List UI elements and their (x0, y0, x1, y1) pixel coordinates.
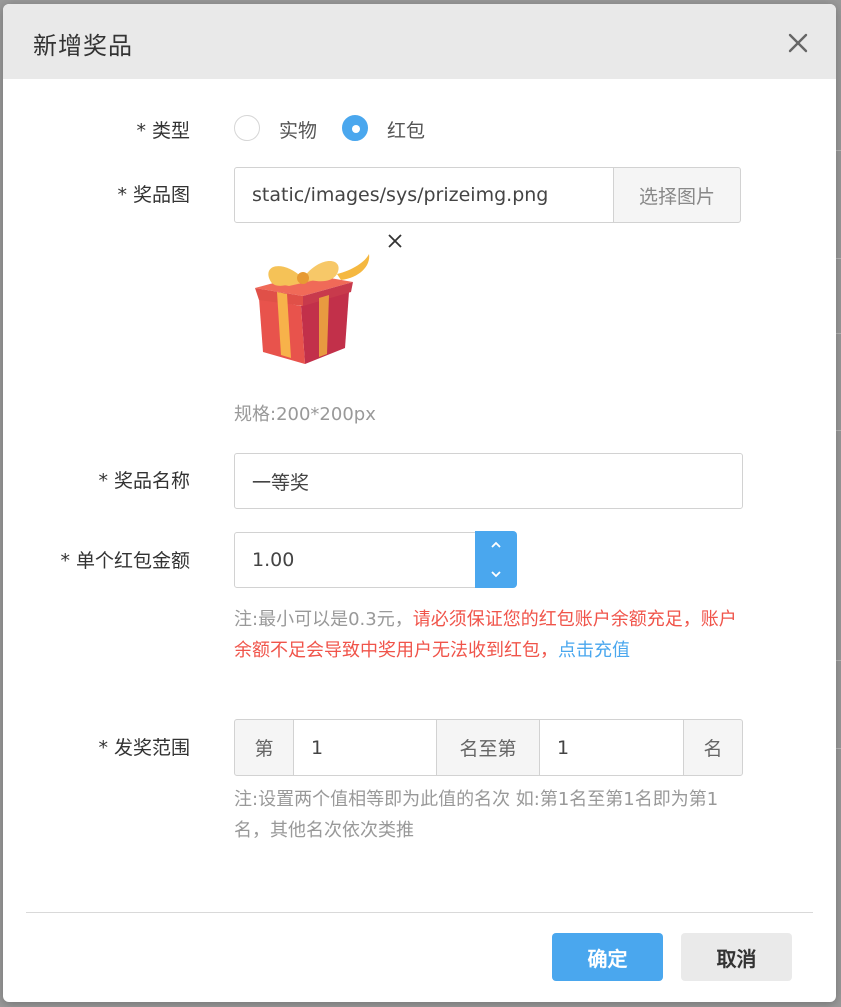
chevron-down-icon[interactable] (475, 560, 517, 588)
image-spec-hint: 规格:200*200px (234, 404, 376, 425)
image-path-input[interactable]: static/images/sys/prizeimg.png (234, 167, 614, 223)
range-suffix: 名 (683, 719, 743, 776)
dialog-title: 新增奖品 (33, 32, 133, 60)
prize-name-value: 一等奖 (252, 471, 310, 494)
pick-image-button[interactable]: 选择图片 (613, 167, 741, 223)
radio-red-packet-label[interactable]: 红包 (387, 116, 425, 143)
range-prefix: 第 (234, 719, 294, 776)
amount-label: * 单个红包金额 (60, 550, 190, 572)
close-icon[interactable] (783, 28, 813, 58)
recharge-link[interactable]: 点击充值 (558, 640, 630, 661)
chevron-up-icon[interactable] (475, 531, 517, 559)
range-label: * 发奖范围 (98, 737, 190, 759)
amount-hint-prefix: 注:最小可以是0.3元， (234, 609, 413, 630)
confirm-button[interactable]: 确定 (552, 933, 663, 981)
radio-physical[interactable] (234, 115, 260, 141)
gift-icon (241, 248, 377, 368)
amount-input[interactable]: 1.00 (234, 532, 476, 588)
image-label: * 奖品图 (117, 184, 190, 206)
prize-name-input[interactable]: 一等奖 (234, 453, 743, 509)
dialog-header: 新增奖品 (3, 4, 836, 79)
range-from-input[interactable]: 1 (293, 719, 437, 776)
range-hint: 注:设置两个值相等即为此值的名次 如:第1名至第1名即为第1名，其他名次依次类推 (234, 789, 719, 841)
radio-red-packet[interactable] (342, 115, 368, 141)
prize-name-label: * 奖品名称 (98, 470, 190, 492)
amount-value: 1.00 (252, 549, 295, 571)
footer-divider (26, 912, 813, 913)
radio-physical-label[interactable]: 实物 (279, 116, 317, 143)
range-to-value: 1 (557, 736, 570, 759)
remove-image-icon[interactable] (386, 232, 404, 250)
range-to-input[interactable]: 1 (539, 719, 684, 776)
type-label: * 类型 (136, 120, 190, 142)
amount-hint: 注:最小可以是0.3元，请必须保证您的红包账户余额充足，账户余额不足会导致中奖用… (234, 604, 744, 666)
range-from-value: 1 (311, 736, 324, 759)
cancel-button[interactable]: 取消 (681, 933, 792, 981)
image-path-value: static/images/sys/prizeimg.png (252, 184, 549, 206)
amount-stepper (475, 531, 517, 588)
add-prize-dialog: 新增奖品 * 类型 实物 红包 * 奖品图 static/images/sys/… (3, 4, 836, 1002)
range-middle: 名至第 (436, 719, 540, 776)
